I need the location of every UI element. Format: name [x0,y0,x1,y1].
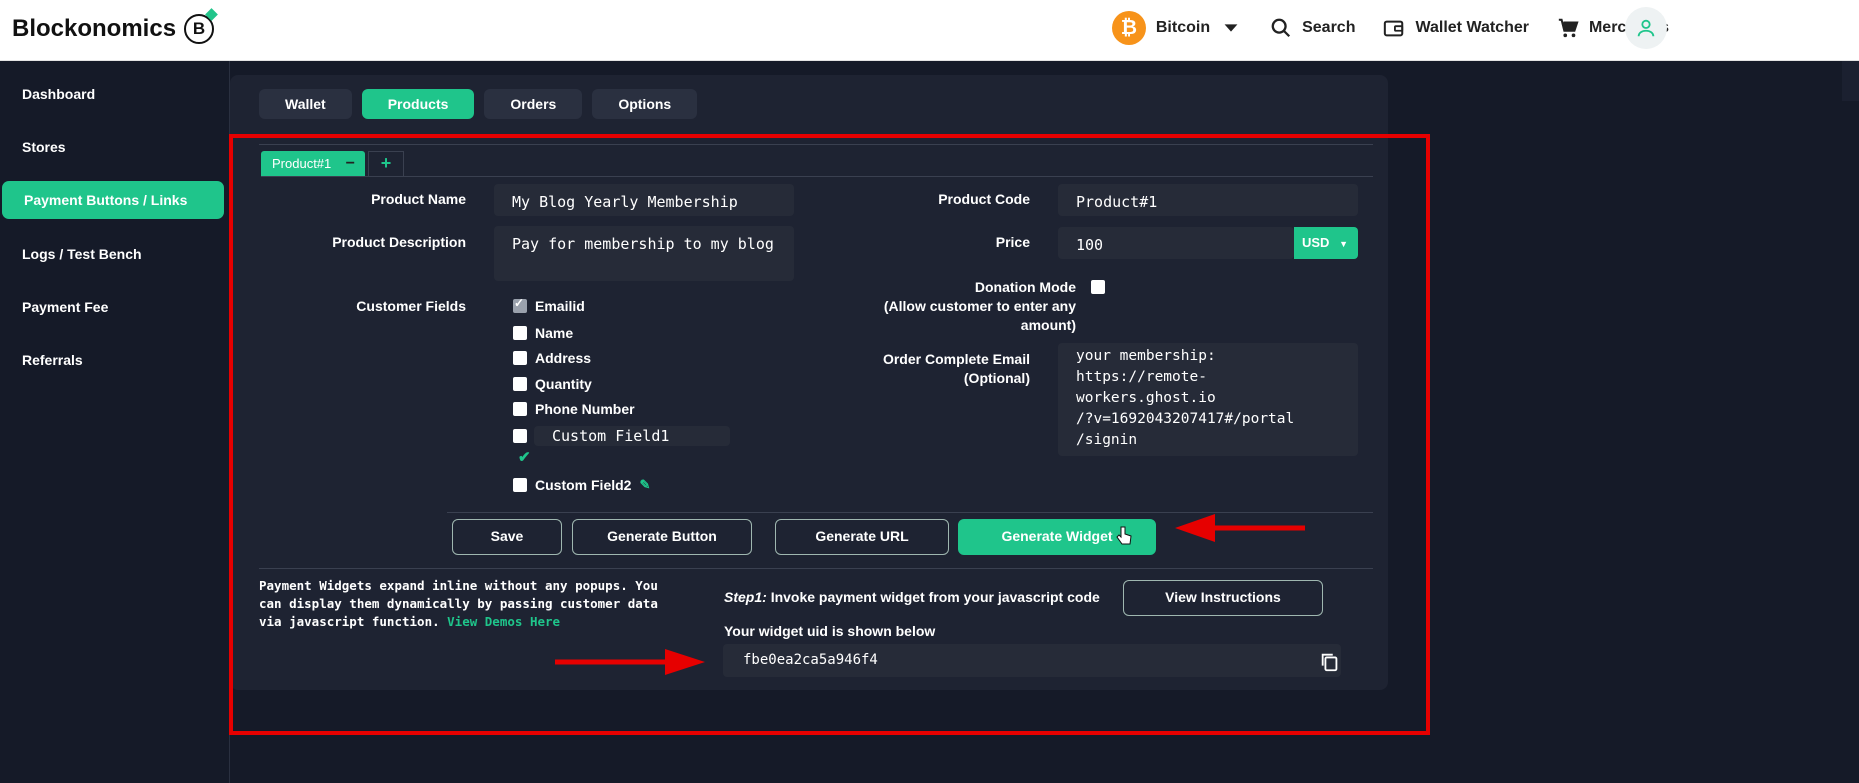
sidebar-item-dashboard[interactable]: Dashboard [0,75,222,113]
top-nav: ₿ Bitcoin Search Wallet Watcher Merchant… [1111,8,1669,48]
currency-label: Bitcoin [1155,19,1211,36]
scrollbar[interactable] [1842,61,1859,101]
wallet-icon [1384,20,1404,37]
brand-name: Blockonomics [12,15,177,42]
bitcoin-icon: ₿ [1111,11,1146,45]
tab-wallet[interactable]: Wallet [259,89,352,119]
sidebar-item-stores[interactable]: Stores [0,128,222,166]
blockonomics-icon: B [184,14,215,44]
brand-logo[interactable]: Blockonomics B [12,14,215,44]
nav-wallet-watcher[interactable]: Wallet Watcher [1383,17,1529,39]
tab-products[interactable]: Products [361,89,475,119]
annotation-arrow-left-icon [1175,514,1305,542]
sidebar-item-logs[interactable]: Logs / Test Bench [0,235,222,273]
user-icon [1637,19,1655,37]
sidebar-item-payment-fee[interactable]: Payment Fee [0,288,222,326]
currency-selector[interactable]: ₿ Bitcoin [1111,11,1242,45]
cart-icon [1558,18,1579,38]
annotation-arrow-right-icon [555,649,705,675]
sidebar: Dashboard Stores Payment Buttons / Links… [0,61,230,783]
chevron-down-icon [1224,24,1238,32]
sidebar-item-referrals[interactable]: Referrals [0,341,222,379]
nav-search-label: Search [1302,19,1356,36]
search-icon [1271,18,1291,38]
nav-search[interactable]: Search [1270,17,1355,39]
tab-options[interactable]: Options [592,89,698,119]
user-avatar[interactable] [1625,7,1667,49]
nav-wallet-watcher-label: Wallet Watcher [1415,19,1529,36]
main-tabs: Wallet Products Orders Options [259,89,698,119]
tab-orders[interactable]: Orders [484,89,583,119]
annotation-highlight-box [229,134,1430,735]
top-navbar: Blockonomics B ₿ Bitcoin Search Wallet W… [0,0,1859,61]
sidebar-item-payment-buttons[interactable]: Payment Buttons / Links [2,181,224,219]
